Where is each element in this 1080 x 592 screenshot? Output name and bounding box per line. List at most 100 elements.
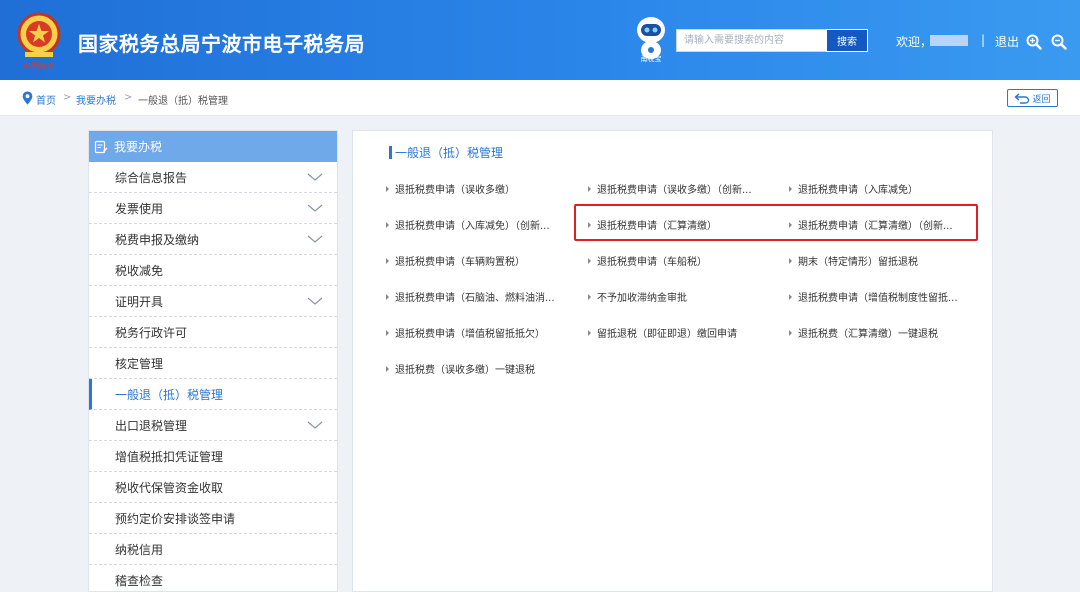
sidebar-item[interactable]: 核定管理 [89,348,337,379]
username-masked [930,35,968,46]
bullet-arrow-icon [789,221,792,228]
chevron-down-icon[interactable] [307,203,323,213]
sidebar-item-label: 出口退税管理 [115,418,188,433]
sidebar-item[interactable]: 证明开具 [89,286,337,317]
sidebar-item[interactable]: 税费申报及缴纳 [89,224,337,255]
bullet-arrow-icon [588,221,591,228]
location-pin-icon [22,91,33,105]
service-link[interactable]: 退抵税费申请（汇算清缴）（创新... [789,217,953,232]
service-link[interactable]: 退抵税费申请（车船税） [588,253,707,268]
sidebar-item[interactable]: 发票使用 [89,193,337,224]
chevron-down-icon[interactable] [307,234,323,244]
service-link-label: 期末（特定情形）留抵退税 [798,257,918,268]
site-header: 中国税务 国家税务总局宁波市电子税务局 甬税宝 搜索 欢迎， | 退出 [0,0,1080,80]
bullet-arrow-icon [386,221,389,228]
service-link-label: 退抵税费申请（入库减免） [798,185,918,196]
service-link-label: 退抵税费申请（增值税制度性留抵... [798,293,958,304]
service-link-label: 退抵税费申请（石脑油、燃料油消... [395,293,555,304]
sidebar-item[interactable]: 预约定价安排谈签申请 [89,503,337,534]
service-link-label: 退抵税费申请（车辆购置税） [395,257,525,268]
bullet-arrow-icon [386,185,389,192]
breadcrumb-separator: > [63,92,72,103]
search-button[interactable]: 搜索 [826,29,868,52]
bullet-arrow-icon [588,293,591,300]
service-link[interactable]: 不予加收滞纳金审批 [588,289,687,304]
sidebar-item-label: 税收减免 [115,263,164,278]
zoom-out-icon[interactable] [1051,34,1067,50]
sidebar-item[interactable]: 稽查检查 [89,565,337,591]
service-link[interactable]: 退抵税费申请（入库减免）（创新... [386,217,550,232]
service-link[interactable]: 退抵税费申请（入库减免） [789,181,918,196]
sidebar-item[interactable]: 纳税信用 [89,534,337,565]
breadcrumb-separator: > [124,92,133,103]
breadcrumb-current: 一般退（抵）税管理 [138,96,228,107]
sidebar-item-label: 核定管理 [115,356,164,371]
back-button[interactable]: 返回 [1007,89,1058,107]
breadcrumb-my-tax[interactable]: 我要办税 [76,92,116,107]
sidebar-item-label: 税费申报及缴纳 [115,232,200,247]
service-link[interactable]: 退抵税费申请（汇算清缴） [588,217,717,232]
section-title: 一般退（抵）税管理 [395,146,504,160]
bullet-arrow-icon [386,365,389,372]
sidebar-header: 我要办税 [89,131,337,162]
service-link-label: 退抵税费申请（车船税） [597,257,707,268]
sidebar-item-label: 综合信息报告 [115,170,188,185]
sidebar-item-label: 预约定价安排谈签申请 [115,511,236,526]
sidebar-item[interactable]: 一般退（抵）税管理 [89,379,337,410]
service-link[interactable]: 退抵税费申请（增值税制度性留抵... [789,289,958,304]
bullet-arrow-icon [386,293,389,300]
service-link[interactable]: 退抵税费申请（增值税留抵抵欠） [386,325,545,340]
sidebar-item-label: 证明开具 [115,294,164,309]
welcome-text: 欢迎， [896,35,933,49]
bullet-arrow-icon [789,329,792,336]
service-link[interactable]: 退抵税费（误收多缴）一键退税 [386,361,535,376]
service-link[interactable]: 退抵税费申请（误收多缴）（创新... [588,181,752,196]
chevron-down-icon[interactable] [307,296,323,306]
breadcrumb-home[interactable]: 首页 [36,92,56,107]
service-link[interactable]: 留抵退税（即征即退）缴回申请 [588,325,737,340]
sidebar-item-label: 税务行政许可 [115,325,188,340]
bullet-arrow-icon [588,329,591,336]
service-link-label: 不予加收滞纳金审批 [597,293,687,304]
service-link[interactable]: 退抵税费申请（车辆购置税） [386,253,525,268]
sidebar-item-label: 稽查检查 [115,573,164,588]
search-input[interactable] [676,29,826,52]
assistant-label: 甬税宝 [640,55,662,63]
bullet-arrow-icon [789,293,792,300]
sidebar-item-label: 发票使用 [115,201,164,216]
service-link-label: 退抵税费申请（增值税留抵抵欠） [395,329,545,340]
sidebar-item[interactable]: 税收减免 [89,255,337,286]
title-accent-bar [389,146,392,159]
service-link[interactable]: 期末（特定情形）留抵退税 [789,253,918,268]
service-link-label: 退抵税费申请（误收多缴） [395,185,515,196]
sidebar-title: 我要办税 [114,140,163,154]
service-link-label: 留抵退税（即征即退）缴回申请 [597,329,737,340]
return-arrow-icon [1014,92,1030,104]
sidebar-item[interactable]: 出口退税管理 [89,410,337,441]
chevron-down-icon[interactable] [307,420,323,430]
zoom-in-icon[interactable] [1026,34,1042,50]
sidebar-item[interactable]: 税务行政许可 [89,317,337,348]
sidebar-item[interactable]: 综合信息报告 [89,162,337,193]
bullet-arrow-icon [588,185,591,192]
svg-text:中国税务: 中国税务 [23,61,55,71]
sidebar-item[interactable]: 税收代保管资金收取 [89,472,337,503]
sidebar-item[interactable]: 增值税抵扣凭证管理 [89,441,337,472]
sidebar-item-label: 纳税信用 [115,542,164,557]
service-link-label: 退抵税费（误收多缴）一键退税 [395,365,535,376]
service-link-label: 退抵税费申请（误收多缴）（创新... [597,185,752,196]
site-title: 国家税务总局宁波市电子税务局 [78,32,365,56]
bullet-arrow-icon [789,185,792,192]
service-link[interactable]: 退抵税费申请（石脑油、燃料油消... [386,289,555,304]
bullet-arrow-icon [386,329,389,336]
chevron-down-icon[interactable] [307,172,323,182]
service-link[interactable]: 退抵税费申请（误收多缴） [386,181,515,196]
bullet-arrow-icon [386,257,389,264]
logout-link[interactable]: 退出 [995,33,1019,50]
tax-emblem-logo: 中国税务 [17,12,61,71]
sidebar-item-label: 税收代保管资金收取 [115,480,224,495]
header-divider: | [981,33,986,47]
service-link[interactable]: 退抵税费（汇算清缴）一键退税 [789,325,938,340]
back-label: 返回 [1032,94,1051,105]
document-edit-icon [94,140,108,153]
